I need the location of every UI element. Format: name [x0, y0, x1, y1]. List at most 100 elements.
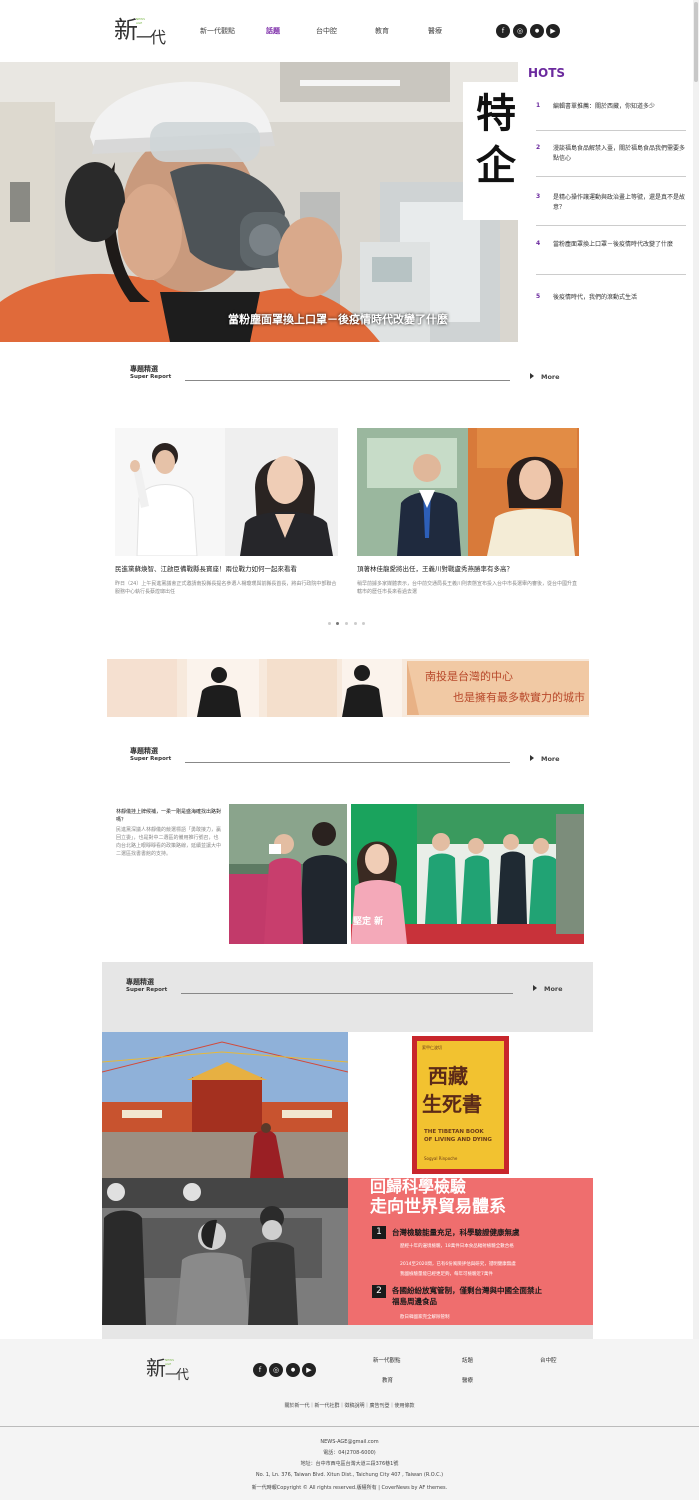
- nav-medical[interactable]: 醫療: [428, 26, 442, 36]
- banner-line-1: 南投是台灣的中心: [425, 670, 513, 683]
- feature-excerpt: 民進黨深議人林靜儀的競選標語「勇敢接力，贏回立委」，也是對中二選區的備用推行號召…: [116, 827, 222, 857]
- footer-links[interactable]: 關於新一代｜新一代社群｜徵稿說明｜廣告刊登｜使用條款: [0, 1402, 699, 1409]
- hots-panel: HOTS 1 編輯書單推薦：關於西藏，你知道多少 2 漫談福島食品解禁入臺，關於…: [518, 62, 699, 342]
- divider: [536, 274, 686, 275]
- hero-side-text: 特企: [476, 90, 516, 189]
- article-card[interactable]: 民進黨蘇煥智、江啟臣備戰縣長寶座！兩位戰力如何一起來看看 昨日（24）上午民進黨…: [115, 428, 338, 603]
- article-card[interactable]: 頂著林佳龍愛將出任，王義川對戰盧秀燕勝率有多高？ 稍早前據多家媒體表示，台中前交…: [357, 428, 579, 603]
- logo-char: 新: [114, 16, 138, 44]
- scrollbar-thumb[interactable]: [694, 2, 698, 82]
- youtube-icon[interactable]: ▶: [546, 24, 560, 38]
- promo-banner[interactable]: 南投是台灣的中心 也是擁有最多軟實力的城市: [107, 659, 589, 717]
- tile-image-tibet[interactable]: [102, 1032, 348, 1178]
- section-divider: [185, 380, 510, 381]
- section3-bottom-band: [102, 1325, 593, 1339]
- footer-nav-news-age-view[interactable]: 新一代觀點: [373, 1356, 401, 1364]
- book-title-2: 生死書: [422, 1092, 482, 1116]
- hot-text: 當粉塵面罩換上口罩－後疫情時代改變了什麼: [553, 241, 674, 248]
- article-excerpt: 稍早前據多家媒體表示，台中前交通局長王義川則表態宣布投入台中市長選舉內審後，從台…: [357, 581, 578, 595]
- section-divider: [181, 993, 513, 994]
- section-subtitle: Super Report: [130, 756, 172, 762]
- footer-divider: [0, 1426, 699, 1427]
- carousel-dot-active[interactable]: [336, 622, 339, 625]
- footer-phone: 電話：04(2708-6000): [323, 1450, 376, 1456]
- nav-news-age-view[interactable]: 新一代觀點: [200, 26, 235, 36]
- more-link[interactable]: More: [530, 373, 560, 381]
- line-icon[interactable]: ●: [530, 24, 544, 38]
- footer-nav-education[interactable]: 教育: [382, 1376, 393, 1384]
- section-title: 專題精選: [130, 365, 158, 373]
- book-en-author: Sogyal Rinpoche: [424, 1156, 458, 1161]
- hero-photo: [0, 62, 518, 342]
- logo-char: 新: [146, 1356, 166, 1380]
- carousel-dot[interactable]: [328, 622, 331, 625]
- youtube-icon[interactable]: ▶: [302, 1363, 316, 1377]
- book-title-1: 西藏: [428, 1064, 468, 1088]
- section-title: 專題精選: [126, 978, 154, 986]
- section-title: 專題精選: [130, 747, 158, 755]
- facebook-icon[interactable]: f: [253, 1363, 267, 1377]
- divider: [536, 225, 686, 226]
- feature-image-1[interactable]: [229, 804, 347, 944]
- footer-nav-medical[interactable]: 醫療: [462, 1376, 473, 1384]
- more-link[interactable]: More: [530, 755, 560, 763]
- logo-chars: 一代: [136, 28, 166, 47]
- play-icon: [530, 755, 534, 761]
- facebook-icon[interactable]: f: [496, 24, 510, 38]
- logo-chars: 一代: [165, 1368, 189, 1383]
- poster-point-1: 台灣檢驗能量充足，科學驗證健康無虞: [392, 1228, 520, 1237]
- instagram-icon[interactable]: ◎: [513, 24, 527, 38]
- divider: [536, 130, 686, 131]
- section-subtitle: Super Report: [130, 374, 172, 380]
- poster-bullet-3: 我國檢驗量能已經更足夠，每年可檢驗近7萬件: [400, 1272, 493, 1277]
- hot-num: 4: [536, 240, 541, 247]
- more-link[interactable]: More: [533, 985, 563, 993]
- article-excerpt: 昨日（24）上午民進黨議會正式邀請南投縣長提名參選人楊瓊瓔與前縣長首長，將由行政…: [115, 581, 337, 595]
- play-icon: [530, 373, 534, 379]
- divider: [536, 176, 686, 177]
- nav-education[interactable]: 教育: [375, 26, 389, 36]
- banner-image: [107, 659, 589, 717]
- feature-title[interactable]: 林靜儀挂上牌候補，一柔一剛是盛海確找出路對嗎？: [116, 808, 222, 824]
- footer-logo[interactable]: 新 NEWS AGE 一代: [146, 1352, 196, 1388]
- more-label: More: [541, 755, 560, 763]
- play-icon: [533, 985, 537, 991]
- hero-caption[interactable]: 當粉塵面罩換上口罩－後疫情時代改變了什麼: [228, 311, 448, 327]
- hot-num: 2: [536, 144, 541, 151]
- tile-poster[interactable]: 回歸科學檢驗 走向世界貿易體系 1 台灣檢驗能量充足，科學驗證健康無虞 歷經十年…: [348, 1178, 593, 1325]
- tile-book[interactable]: 索甲仁波切 西藏 生死書 THE TIBETAN BOOK OF LIVING …: [348, 1032, 593, 1178]
- tile-image-history[interactable]: [102, 1178, 348, 1325]
- hot-text: 編輯書單推薦：關於西藏，你知道多少: [553, 103, 656, 110]
- carousel-dot[interactable]: [362, 622, 365, 625]
- footer-nav-topics[interactable]: 話題: [462, 1356, 473, 1364]
- section3-header-band: [102, 962, 593, 1032]
- nav-topics[interactable]: 話題: [266, 26, 280, 36]
- carousel-dot[interactable]: [354, 622, 357, 625]
- article-title[interactable]: 頂著林佳龍愛將出任，王義川對戰盧秀燕勝率有多高？: [357, 565, 579, 574]
- footer-email[interactable]: NEWS-AGE@gmail.com: [0, 1439, 699, 1445]
- poster-point-2: 各國紛紛放寬管制，僅剩台灣與中國全面禁止福島周邊食品: [392, 1286, 542, 1306]
- hero-slider[interactable]: 特企 當粉塵面罩換上口罩－後疫情時代改變了什麼: [0, 62, 518, 342]
- line-icon[interactable]: ●: [286, 1363, 300, 1377]
- article-image: [357, 428, 579, 556]
- hot-num: 5: [536, 293, 541, 300]
- instagram-icon[interactable]: ◎: [269, 1363, 283, 1377]
- footer-nav-taichung[interactable]: 台中腔: [540, 1356, 557, 1364]
- site-header: 新 NEWS AGE 一代 新一代觀點 話題 台中腔 教育 醫療 f ◎ ● ▶: [0, 0, 699, 62]
- page-scrollbar[interactable]: [693, 0, 699, 1500]
- feature-image-2[interactable]: 堅定 新: [351, 804, 584, 944]
- footer-address-zh: 地址：台中市西屯區台灣大道三段376巷1號: [300, 1461, 399, 1467]
- poster-head-1: 回歸科學檢驗: [370, 1178, 467, 1196]
- book-cover: 索甲仁波切 西藏 生死書 THE TIBETAN BOOK OF LIVING …: [412, 1036, 509, 1174]
- carousel-dot[interactable]: [345, 622, 348, 625]
- hots-title: HOTS: [528, 66, 566, 80]
- footer-address-en: No. 1, Ln. 376, Taiwan Blvd. Xitun Dist.…: [255, 1472, 444, 1478]
- hot-text: 是精心操作讓運動與政治畫上等號，還是真不是故意？: [553, 194, 686, 211]
- site-logo[interactable]: 新 NEWS AGE 一代: [114, 10, 172, 50]
- feature-photo: [351, 804, 584, 944]
- poster-num-1: 1: [372, 1226, 386, 1239]
- hot-text: 後疫情時代，我們的滾動式生活: [553, 294, 638, 301]
- poster-num-2: 2: [372, 1285, 386, 1298]
- article-title[interactable]: 民進黨蘇煥智、江啟臣備戰縣長寶座！兩位戰力如何一起來看看: [115, 565, 338, 574]
- nav-taichung[interactable]: 台中腔: [316, 26, 337, 36]
